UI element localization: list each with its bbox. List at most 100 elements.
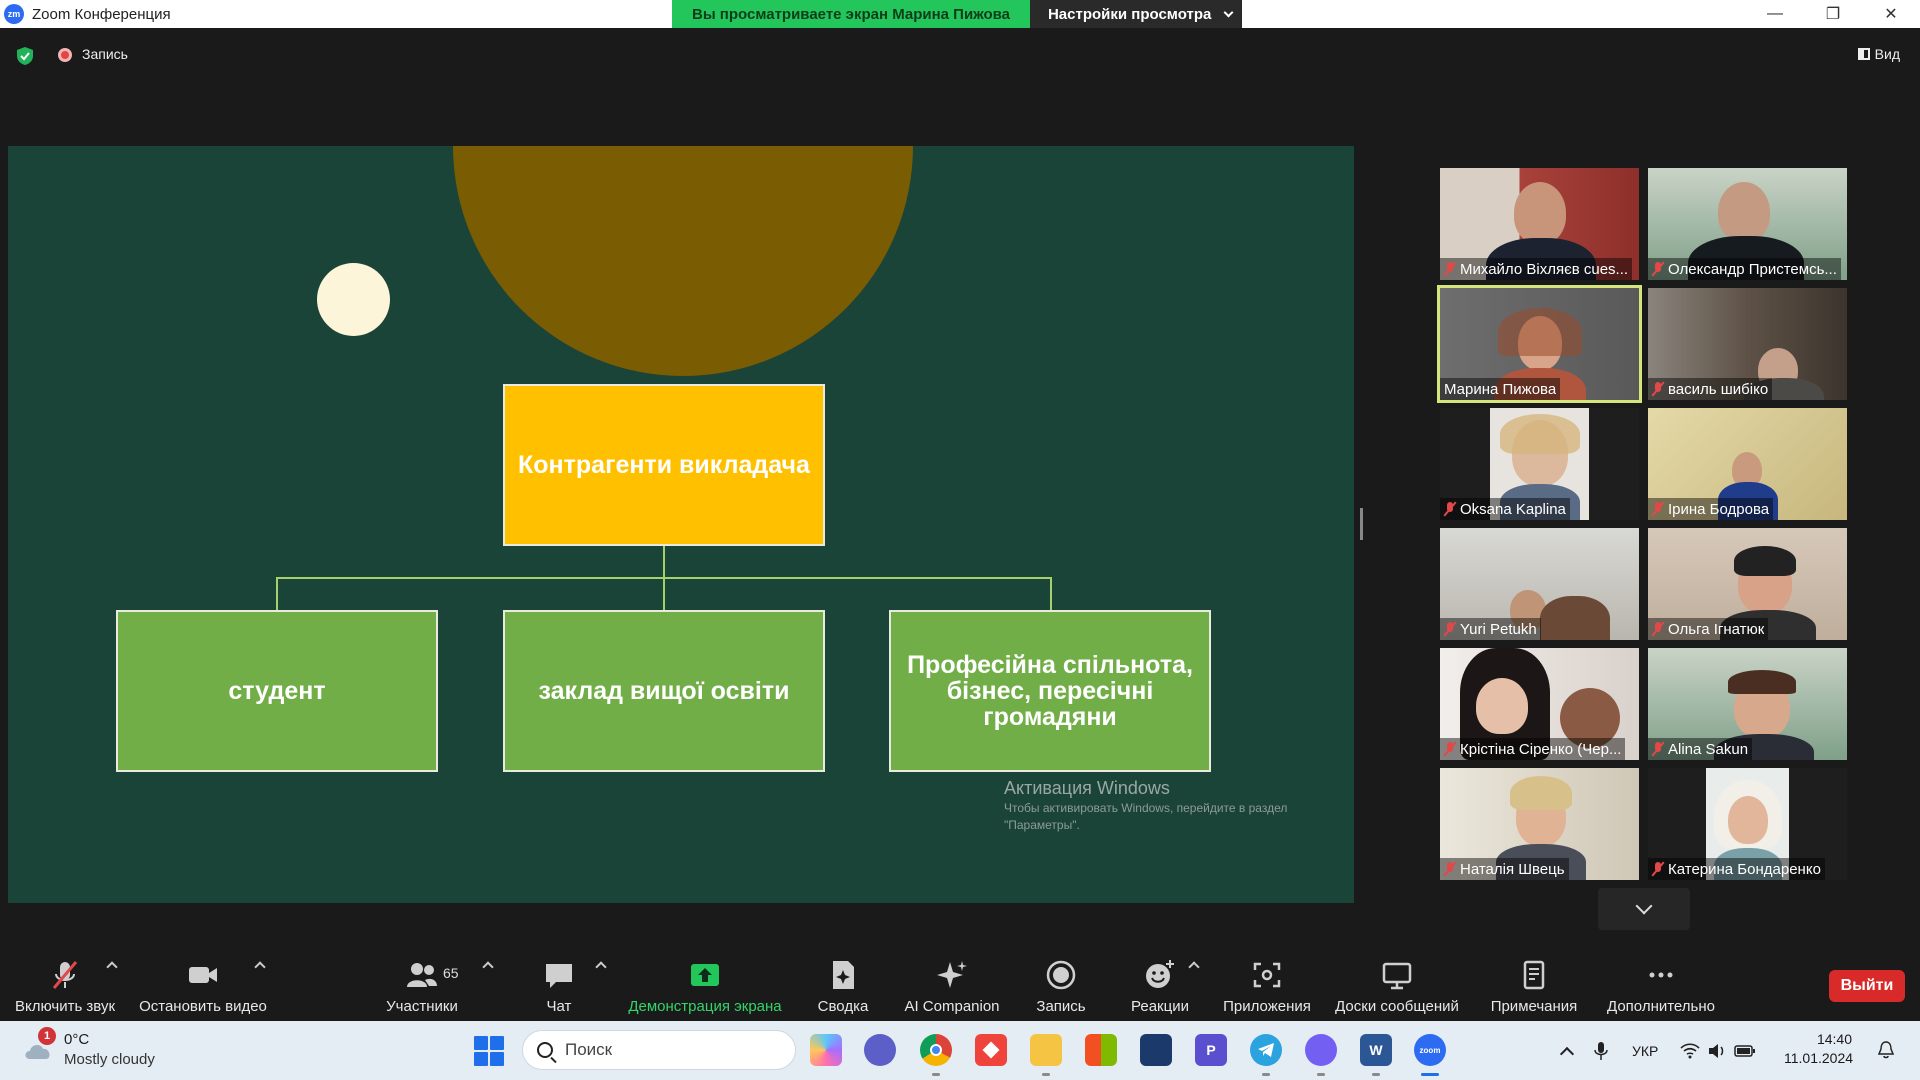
temperature: 0°C (64, 1031, 90, 1048)
ai-sparkle-icon (937, 961, 967, 988)
recording-indicator-icon[interactable] (58, 48, 72, 62)
file-explorer-icon[interactable] (1030, 1034, 1062, 1066)
participant-tile[interactable]: Крістіна Сіренко (Чер... (1440, 648, 1639, 760)
participant-name: василь шибіко (1668, 380, 1769, 398)
participant-tile[interactable]: Ольга Ігнатюк (1648, 528, 1847, 640)
connector-line (1050, 577, 1052, 611)
clock-date: 11.01.2024 (1784, 1050, 1854, 1066)
more-dots-icon (1649, 972, 1673, 978)
stop-video-button[interactable]: Остановить видео (136, 945, 270, 1021)
chevron-down-icon (1635, 897, 1653, 915)
participant-name: Крістіна Сіренко (Чер... (1460, 740, 1622, 758)
notes-button[interactable]: Примечания (1488, 945, 1580, 1021)
chrome-icon[interactable] (920, 1034, 952, 1066)
share-screen-label: Демонстрация экрана (628, 998, 782, 1015)
recording-label[interactable]: Запись (82, 46, 128, 62)
participant-tile[interactable]: Oksana Kaplina (1440, 408, 1639, 520)
copilot-icon[interactable] (810, 1034, 842, 1066)
unmute-label: Включить звук (14, 998, 116, 1015)
slide-decoration-dot (317, 263, 390, 336)
close-icon[interactable]: ✕ (1862, 0, 1920, 28)
reactions-button[interactable]: Реакции (1128, 945, 1192, 1021)
windows-activation-title: Активация Windows (1004, 778, 1170, 798)
defender-icon[interactable] (1140, 1034, 1172, 1066)
whiteboards-label: Доски сообщений (1335, 998, 1459, 1015)
restore-icon[interactable]: ❐ (1804, 0, 1862, 28)
participant-tile[interactable]: Олександр Пристемсь... (1648, 168, 1847, 280)
participant-tile[interactable]: василь шибіко (1648, 288, 1847, 400)
participant-tile[interactable]: Катерина Бондаренко (1648, 768, 1847, 880)
volume-icon[interactable] (1708, 1043, 1726, 1059)
mic-muted-icon (1444, 742, 1456, 756)
chat-bubble-icon (546, 964, 572, 988)
participant-tile[interactable]: Ірина Бодрова (1648, 408, 1847, 520)
chat-options-caret-icon[interactable] (595, 961, 607, 973)
participants-icon (407, 963, 437, 987)
view-button[interactable]: Вид (1852, 42, 1906, 66)
summary-button[interactable]: Сводка (810, 945, 876, 1021)
search-icon (537, 1042, 553, 1058)
participant-name: Oksana Kaplina (1460, 500, 1566, 518)
system-tray: УКР (1554, 1021, 1756, 1080)
security-shield-icon[interactable] (16, 46, 34, 66)
word-running-indicator (1372, 1073, 1380, 1076)
mic-muted-icon (1652, 262, 1664, 276)
participant-tile[interactable]: Yuri Petukh (1440, 528, 1639, 640)
more-button[interactable]: Дополнительно (1604, 945, 1718, 1021)
windows-activation-subtitle: Чтобы активировать Windows, перейдите в … (1004, 801, 1288, 833)
participants-count: 65 (443, 965, 459, 981)
window-title: Zoom Конференция (32, 5, 171, 23)
mic-muted-icon (1652, 502, 1664, 516)
show-hidden-icons-chevron-icon[interactable] (1559, 1046, 1575, 1061)
viber-icon[interactable] (1305, 1034, 1337, 1066)
windows-start-icon[interactable] (474, 1036, 504, 1066)
telegram-icon[interactable] (1250, 1034, 1282, 1066)
apps-button[interactable]: Приложения (1220, 945, 1314, 1021)
participant-name: Yuri Petukh (1460, 620, 1537, 638)
notifications-bell-icon[interactable] (1878, 1041, 1894, 1059)
window-controls: — ❐ ✕ (1746, 0, 1920, 28)
ai-companion-button[interactable]: AI Companion (900, 945, 1004, 1021)
participant-tile-active-speaker[interactable]: Марина Пижова (1437, 285, 1642, 403)
participants-button[interactable]: Участники (380, 945, 464, 1021)
view-options-button[interactable]: Настройки просмотра (1029, 0, 1243, 28)
explorer-running-indicator (1042, 1073, 1050, 1076)
minimize-icon[interactable]: — (1746, 0, 1804, 28)
microsoft-store-icon[interactable] (1085, 1034, 1117, 1066)
ai-companion-label: AI Companion (904, 998, 1000, 1015)
split-resize-handle[interactable] (1360, 508, 1363, 540)
p-app-icon[interactable]: P (1195, 1034, 1227, 1066)
word-icon[interactable]: W (1360, 1034, 1392, 1066)
microphone-icon[interactable] (1594, 1041, 1608, 1061)
battery-icon[interactable] (1734, 1044, 1756, 1058)
mic-muted-icon (1444, 262, 1456, 276)
zoom-icon[interactable]: zoom (1414, 1034, 1446, 1066)
participant-tile[interactable]: Михайло Віхляєв cues... (1440, 168, 1639, 280)
telegram-running-indicator (1262, 1073, 1270, 1076)
participant-name: Марина Пижова (1444, 380, 1557, 398)
apps-icon (1253, 962, 1281, 988)
participant-tile[interactable]: Alina Sakun (1648, 648, 1847, 760)
gallery-scroll-down-button[interactable] (1598, 888, 1690, 930)
system-clock[interactable]: 14:40 11.01.2024 (1784, 1030, 1854, 1068)
chat-button[interactable]: Чат (534, 945, 584, 1021)
share-screen-button[interactable]: Демонстрация экрана (624, 945, 786, 1021)
participants-options-caret-icon[interactable] (482, 961, 494, 973)
record-button[interactable]: Запись (1030, 945, 1092, 1021)
microphone-muted-icon (52, 961, 78, 989)
view-label: Вид (1874, 46, 1900, 62)
whiteboards-button[interactable]: Доски сообщений (1330, 945, 1464, 1021)
participant-name: Ірина Бодрова (1668, 500, 1770, 518)
participant-tile[interactable]: Наталія Швець (1440, 768, 1639, 880)
taskbar-search-box[interactable]: Поиск (522, 1030, 796, 1070)
meeting-top-strip (0, 28, 1920, 78)
leave-meeting-button[interactable]: Выйти (1829, 970, 1905, 1002)
wifi-icon[interactable] (1680, 1042, 1700, 1059)
reactions-label: Реакции (1131, 998, 1189, 1015)
teams-chat-icon[interactable] (864, 1034, 896, 1066)
language-indicator[interactable]: УКР (1632, 1043, 1658, 1059)
slide-box-university: заклад вищої освіти (503, 610, 825, 772)
whiteboard-icon (1382, 962, 1412, 990)
unmute-button[interactable]: Включить звук (10, 945, 120, 1021)
anydesk-icon[interactable] (975, 1034, 1007, 1066)
